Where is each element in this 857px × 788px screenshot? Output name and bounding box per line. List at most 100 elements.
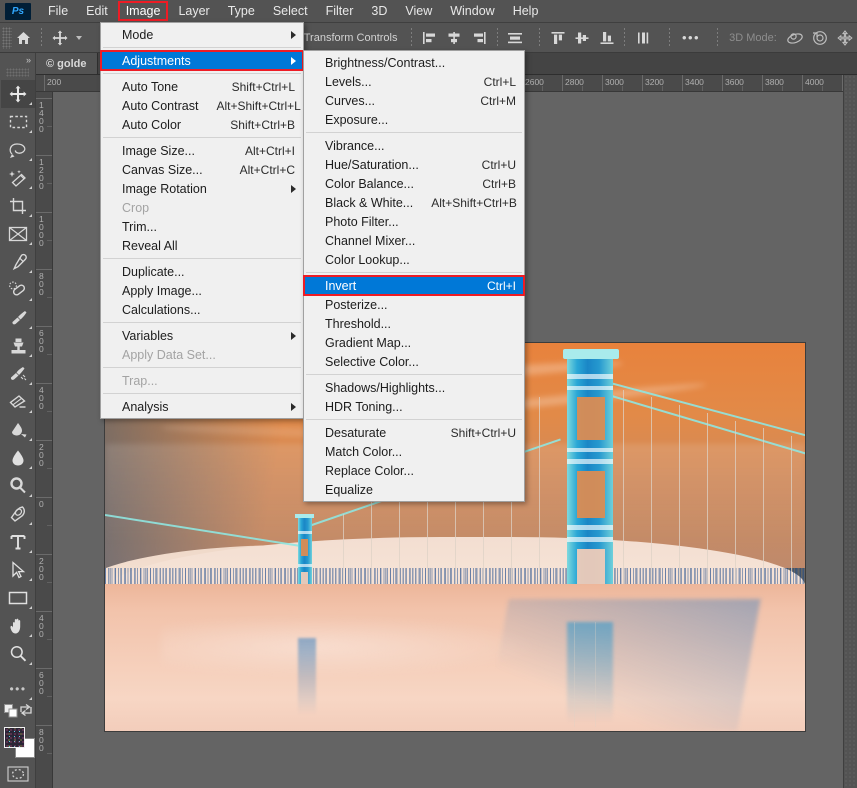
path-selection-tool[interactable] [1,556,35,584]
foreground-color-swatch[interactable] [4,727,25,748]
menu-item-label: Duplicate... [122,264,185,279]
menu-item-exposure[interactable]: Exposure... [304,110,524,129]
lasso-tool[interactable] [1,136,35,164]
menu-item-desaturate[interactable]: Desaturate Shift+Ctrl+U [304,423,524,442]
menu-item-duplicate[interactable]: Duplicate... [101,262,303,281]
menu-item-photo-filter[interactable]: Photo Filter... [304,212,524,231]
object-selection-tool[interactable] [1,164,35,192]
menu-item-threshold[interactable]: Threshold... [304,314,524,333]
tool-preset-chevron-icon[interactable] [72,26,85,50]
menu-item-curves[interactable]: Curves... Ctrl+M [304,91,524,110]
pen-tool[interactable] [1,500,35,528]
menubar-item-filter[interactable]: Filter [318,1,362,21]
menu-item-image-rotation[interactable]: Image Rotation [101,179,303,198]
align-vertical-centers-icon[interactable] [570,26,595,50]
rectangle-tool[interactable] [1,584,35,612]
menu-item-gradient-map[interactable]: Gradient Map... [304,333,524,352]
menu-item-image-size[interactable]: Image Size... Alt+Ctrl+I [101,141,303,160]
menubar-item-type[interactable]: Type [220,1,263,21]
menu-item-color-balance[interactable]: Color Balance... Ctrl+B [304,174,524,193]
align-bottom-edges-icon[interactable] [595,26,620,50]
move-tool[interactable] [1,80,35,108]
menu-item-posterize[interactable]: Posterize... [304,295,524,314]
menu-item-canvas-size[interactable]: Canvas Size... Alt+Ctrl+C [101,160,303,179]
menu-item-levels[interactable]: Levels... Ctrl+L [304,72,524,91]
menu-item-variables[interactable]: Variables [101,326,303,345]
menu-item-shadows-highlights[interactable]: Shadows/Highlights... [304,378,524,397]
align-top-edges-icon[interactable] [545,26,570,50]
frame-tool[interactable] [1,220,35,248]
menu-item-mode[interactable]: Mode [101,25,303,44]
eyedropper-tool[interactable] [1,248,35,276]
history-brush-tool[interactable] [1,360,35,388]
vertical-ruler[interactable]: 1400 1200 1000 800 600 400 200 0 200 400 600 800 [36,92,53,788]
align-left-edges-icon[interactable] [417,26,442,50]
menubar-item-edit[interactable]: Edit [78,1,116,21]
menu-item-vibrance[interactable]: Vibrance... [304,136,524,155]
menu-item-equalize[interactable]: Equalize [304,480,524,499]
pan-3d-icon[interactable] [832,26,857,50]
orbit-3d-icon[interactable] [783,26,808,50]
menu-item-calculations[interactable]: Calculations... [101,300,303,319]
menu-item-black-white[interactable]: Black & White... Alt+Shift+Ctrl+B [304,193,524,212]
menu-item-analysis[interactable]: Analysis [101,397,303,416]
tools-expand-button[interactable]: » [0,53,35,67]
menu-item-match-color[interactable]: Match Color... [304,442,524,461]
blur-tool[interactable] [1,444,35,472]
menu-item-trim[interactable]: Trim... [101,217,303,236]
align-right-edges-icon[interactable] [467,26,492,50]
tools-panel-grip[interactable] [6,68,29,77]
menubar-item-window[interactable]: Window [442,1,502,21]
menubar-item-3d[interactable]: 3D [363,1,395,21]
menu-item-selective-color[interactable]: Selective Color... [304,352,524,371]
quick-mask-icon[interactable] [1,761,35,787]
menu-item-label: Calculations... [122,302,201,317]
adjustments-submenu-dropdown[interactable]: Brightness/Contrast... Levels... Ctrl+L Cur… [303,50,525,502]
clone-stamp-tool[interactable] [1,332,35,360]
default-colors-icon[interactable] [4,704,18,718]
menu-item-auto-tone[interactable]: Auto Tone Shift+Ctrl+L [101,77,303,96]
swap-colors-icon[interactable] [19,703,33,717]
menu-item-auto-color[interactable]: Auto Color Shift+Ctrl+B [101,115,303,134]
menubar-item-help[interactable]: Help [505,1,547,21]
menu-item-color-lookup[interactable]: Color Lookup... [304,250,524,269]
more-options-button[interactable]: ••• [675,26,707,50]
brush-tool[interactable] [1,304,35,332]
gradient-tool[interactable] [1,416,35,444]
menubar-item-view[interactable]: View [397,1,440,21]
spot-healing-brush-tool[interactable] [1,276,35,304]
hand-tool[interactable] [1,612,35,640]
zoom-tool[interactable] [1,640,35,668]
menu-item-brightness-contrast[interactable]: Brightness/Contrast... [304,53,524,72]
edit-toolbar-tool[interactable]: ••• [1,675,35,703]
menubar-item-image[interactable]: Image [117,1,169,21]
dodge-tool[interactable] [1,472,35,500]
menu-item-apply-image[interactable]: Apply Image... [101,281,303,300]
menubar-item-select[interactable]: Select [265,1,316,21]
distribute-vertically-icon[interactable] [630,26,655,50]
rectangular-marquee-tool[interactable] [1,108,35,136]
ruler-tick: 400 [36,383,52,410]
home-icon[interactable] [12,26,37,50]
move-tool-icon[interactable] [47,26,72,50]
menu-item-channel-mixer[interactable]: Channel Mixer... [304,231,524,250]
document-tab[interactable]: © golde [36,53,98,74]
image-menu-dropdown[interactable]: Mode Adjustments Auto Tone Shift+Ctrl+L Auto… [100,22,304,419]
menu-item-replace-color[interactable]: Replace Color... [304,461,524,480]
menu-item-reveal-all[interactable]: Reveal All [101,236,303,255]
options-bar-grip[interactable] [2,26,12,49]
distribute-horizontally-icon[interactable] [503,26,528,50]
right-panel-strip[interactable] [843,75,857,788]
menu-item-auto-contrast[interactable]: Auto Contrast Alt+Shift+Ctrl+L [101,96,303,115]
crop-tool[interactable] [1,192,35,220]
menu-item-hue-saturation[interactable]: Hue/Saturation... Ctrl+U [304,155,524,174]
menubar-item-layer[interactable]: Layer [170,1,217,21]
type-tool[interactable] [1,528,35,556]
menu-item-hdr-toning[interactable]: HDR Toning... [304,397,524,416]
eraser-tool[interactable] [1,388,35,416]
menu-item-invert[interactable]: Invert Ctrl+I [303,275,525,296]
menubar-item-file[interactable]: File [40,1,76,21]
roll-3d-icon[interactable] [808,26,833,50]
align-horizontal-centers-icon[interactable] [442,26,467,50]
menu-item-adjustments[interactable]: Adjustments [100,50,304,71]
